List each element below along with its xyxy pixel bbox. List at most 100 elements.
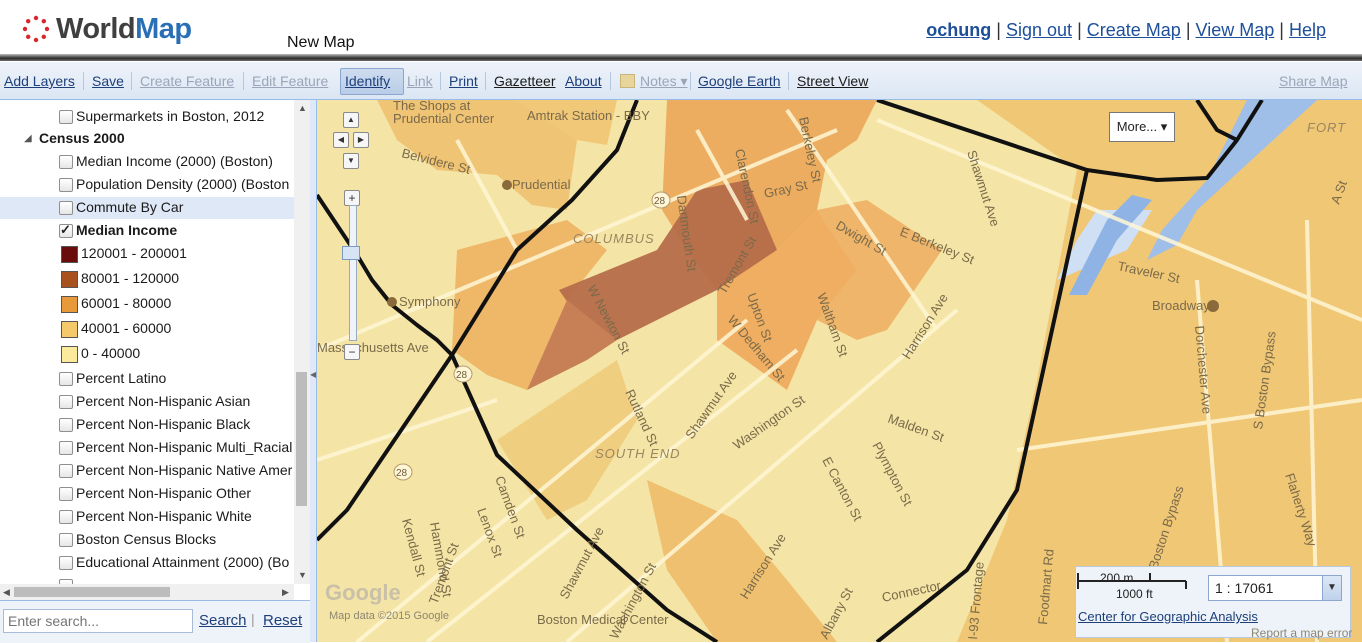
google-earth-button[interactable]: Google Earth: [698, 73, 781, 89]
layer-label: Supermarkets in Boston, 2012: [76, 108, 265, 124]
toolbar-separator: [440, 72, 441, 90]
vertical-scrollbar[interactable]: ▲ ▼: [294, 100, 310, 584]
reset-button[interactable]: Reset: [263, 612, 302, 629]
legend-item: 60001 - 80000: [0, 293, 294, 315]
layer-item[interactable]: Population Density (2000) (Boston: [0, 174, 294, 196]
zoom-slider[interactable]: [349, 205, 357, 341]
layer-label: Percent Non-Hispanic Native Amer: [76, 462, 293, 478]
scale-select[interactable]: 1 : 17061 ▼: [1208, 575, 1342, 601]
layer-item[interactable]: Percent Non-Hispanic Other: [0, 483, 294, 505]
view-map-link[interactable]: View Map: [1196, 20, 1275, 40]
worldmap-logo[interactable]: WorldMap: [22, 12, 192, 46]
map-label: Boston Medical Center: [537, 612, 669, 627]
user-link[interactable]: ochung: [926, 20, 991, 40]
horizontal-scrollbar[interactable]: ◀ ▶: [0, 584, 294, 600]
layer-item[interactable]: Percent Non-Hispanic Black: [0, 414, 294, 436]
map-viewport[interactable]: The Shops at Prudential Center Amtrak St…: [317, 100, 1362, 642]
panel-splitter[interactable]: ◀: [310, 100, 317, 642]
layer-item[interactable]: Percent Non-Hispanic Multi_Racial: [0, 437, 294, 459]
more-basemaps-button[interactable]: More... ▾: [1109, 112, 1175, 142]
gazetteer-button[interactable]: Gazetteer: [494, 73, 555, 89]
layer-item-partial[interactable]: [0, 575, 294, 584]
report-map-error-link[interactable]: Report a map error: [1251, 626, 1352, 640]
pan-up-icon[interactable]: ▲: [343, 112, 359, 128]
layer-item[interactable]: Median Income (2000) (Boston): [0, 151, 294, 173]
layer-checkbox[interactable]: [59, 418, 73, 432]
sign-out-link[interactable]: Sign out: [1006, 20, 1072, 40]
search-input[interactable]: [3, 609, 193, 633]
zoom-out-icon[interactable]: −: [344, 344, 360, 360]
layer-item[interactable]: Boston Census Blocks: [0, 529, 294, 551]
layer-item[interactable]: Supermarkets in Boston, 2012: [0, 106, 294, 128]
collapse-panel-icon[interactable]: ◀: [310, 370, 316, 379]
print-button[interactable]: Print: [449, 73, 478, 89]
scroll-right-icon[interactable]: ▶: [282, 587, 289, 598]
vertical-scroll-thumb[interactable]: [296, 372, 307, 506]
layer-checkbox[interactable]: [59, 222, 73, 238]
layer-item[interactable]: Percent Non-Hispanic Asian: [0, 391, 294, 413]
save-button[interactable]: Save: [92, 73, 124, 89]
layer-label: Median Income (2000) (Boston): [76, 153, 273, 169]
map-label: Amtrak Station - BBY: [527, 108, 650, 123]
layer-checkbox[interactable]: [59, 155, 73, 169]
layer-group-label: Census 2000: [39, 130, 125, 146]
about-button[interactable]: About: [565, 73, 602, 89]
map-data-attribution: Map data ©2015 Google: [329, 610, 450, 622]
chevron-down-icon[interactable]: ▼: [1322, 576, 1341, 600]
horizontal-scroll-thumb[interactable]: [14, 587, 170, 597]
layer-checkbox[interactable]: [59, 372, 73, 386]
link-separator: |: [1077, 20, 1082, 40]
scroll-left-icon[interactable]: ◀: [3, 587, 10, 598]
search-button[interactable]: Search: [199, 612, 247, 629]
layer-label: Commute By Car: [76, 199, 184, 215]
pan-left-icon[interactable]: ◀: [333, 132, 349, 148]
layer-item[interactable]: Median Income: [0, 220, 294, 242]
neighborhood-label: SOUTH END: [595, 446, 681, 461]
legend-item: 120001 - 200001: [0, 243, 294, 265]
user-links: ochung | Sign out | Create Map | View Ma…: [926, 20, 1326, 41]
layer-item[interactable]: Percent Latino: [0, 368, 294, 390]
layer-item[interactable]: Educational Attainment (2000) (Bo: [0, 552, 294, 574]
layer-checkbox[interactable]: [59, 510, 73, 524]
credit-link[interactable]: Center for Geographic Analysis: [1078, 609, 1258, 624]
scroll-up-icon[interactable]: ▲: [298, 103, 307, 113]
create-feature-button[interactable]: Create Feature: [140, 73, 234, 89]
layer-checkbox[interactable]: [59, 110, 73, 124]
legend-label: 120001 - 200001: [81, 245, 187, 261]
zoom-in-icon[interactable]: +: [344, 190, 360, 206]
link-button[interactable]: Link: [407, 73, 433, 89]
layer-item[interactable]: Percent Non-Hispanic Native Amer: [0, 460, 294, 482]
layer-checkbox[interactable]: [59, 178, 73, 192]
edit-feature-button[interactable]: Edit Feature: [252, 73, 328, 89]
layer-checkbox[interactable]: [59, 441, 73, 455]
layer-checkbox[interactable]: [59, 487, 73, 501]
help-link[interactable]: Help: [1289, 20, 1326, 40]
layer-item[interactable]: Percent Non-Hispanic White: [0, 506, 294, 528]
map-canvas[interactable]: The Shops at Prudential Center Amtrak St…: [317, 100, 1362, 642]
layer-checkbox[interactable]: [59, 464, 73, 478]
pan-down-icon[interactable]: ▼: [343, 153, 359, 169]
collapse-arrow-icon[interactable]: ◢: [24, 133, 32, 144]
toolbar-separator: [83, 72, 84, 90]
street-view-button[interactable]: Street View: [797, 73, 868, 89]
pan-right-icon[interactable]: ▶: [353, 132, 369, 148]
layer-checkbox[interactable]: [59, 556, 73, 570]
legend-item: 40001 - 60000: [0, 318, 294, 340]
search-bar: Search | Reset: [0, 600, 310, 643]
layer-group-census[interactable]: ◢ Census 2000: [0, 128, 294, 150]
create-map-link[interactable]: Create Map: [1087, 20, 1181, 40]
share-map-button[interactable]: Share Map: [1279, 73, 1347, 89]
identify-button[interactable]: Identify: [345, 73, 390, 89]
layer-checkbox[interactable]: [59, 395, 73, 409]
scroll-down-icon[interactable]: ▼: [298, 570, 307, 580]
search-separator: |: [251, 611, 255, 627]
layer-checkbox[interactable]: [59, 201, 73, 215]
layer-label: Percent Non-Hispanic White: [76, 508, 252, 524]
map-label: Prudential Center: [393, 111, 495, 126]
map-label: Massachusetts Ave: [317, 340, 429, 355]
add-layers-button[interactable]: Add Layers: [4, 73, 75, 89]
zoom-slider-handle[interactable]: [342, 246, 360, 260]
layer-checkbox[interactable]: [59, 533, 73, 547]
layer-item[interactable]: Commute By Car: [0, 197, 294, 219]
notes-button[interactable]: Notes ▾: [620, 73, 688, 90]
